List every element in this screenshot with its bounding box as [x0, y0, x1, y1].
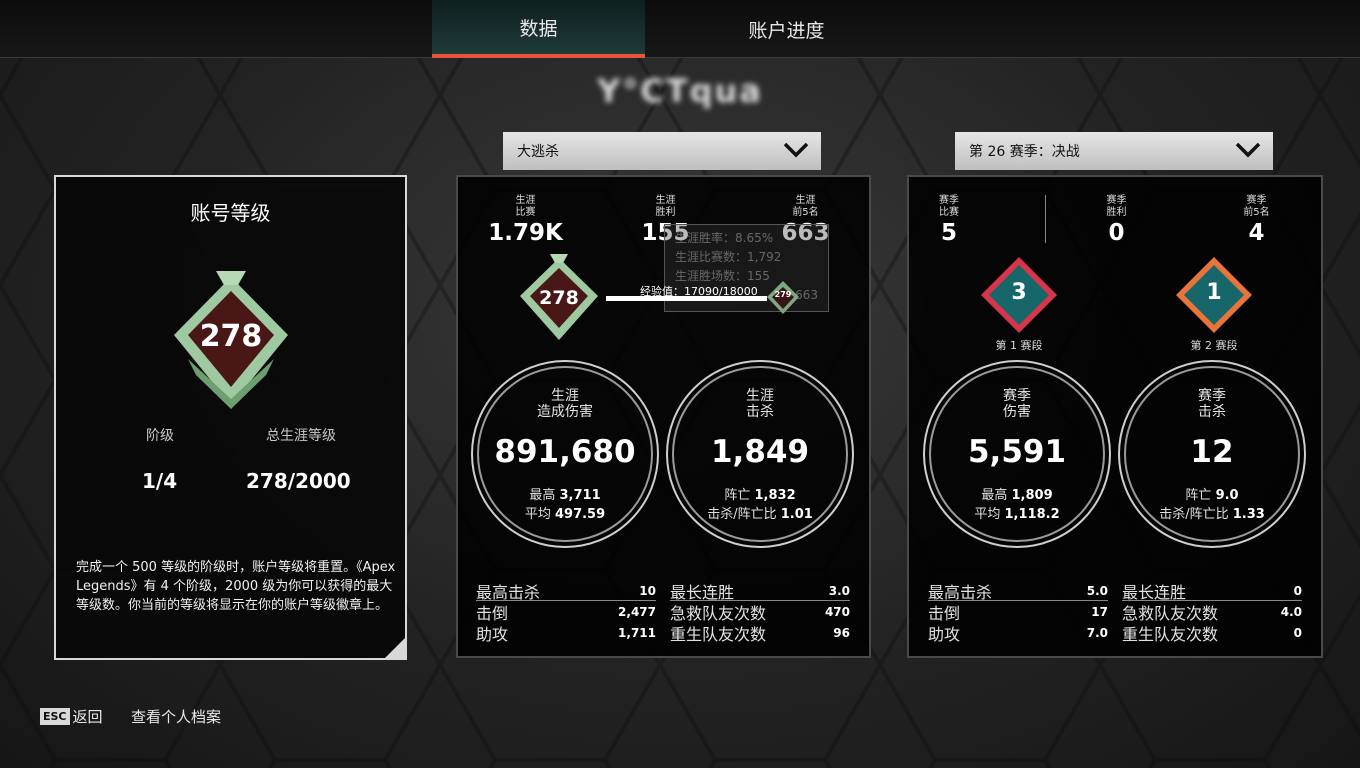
career-damage-value: 891,680 — [494, 434, 636, 470]
account-level-panel: 账号等级 278 阶级 总生涯等级 1/4 278/2000 完成一个 500 … — [54, 175, 407, 660]
table-row: 重生队友次数 96 — [670, 624, 850, 644]
season-damage-ring: 赛季 伤害 5,591 最高 1,809 平均 1,118.2 — [923, 360, 1111, 548]
table-row: 助攻 1,711 — [476, 624, 656, 644]
season-table-left: 最高击杀 5.0 击倒 17 助攻 7.0 — [928, 580, 1108, 644]
panel-corner-accent — [383, 636, 407, 660]
chevron-down-icon — [1235, 142, 1261, 158]
table-row: 重生队友次数 0 — [1122, 624, 1302, 644]
tab-stats[interactable]: 数据 — [432, 0, 645, 58]
current-level-badge-number: 278 — [539, 287, 579, 309]
account-level-badge-number: 278 — [199, 319, 263, 354]
split1-rank-value: 3 — [1011, 280, 1027, 305]
season-top5-stat: 赛季 前5名 4 — [1243, 195, 1270, 246]
table-row: 最长连胜 0 — [1122, 582, 1302, 602]
chevron-down-icon — [783, 142, 809, 158]
season-table-right: 最长连胜 0 急救队友次数 4.0 重生队友次数 0 — [1122, 580, 1302, 644]
tab-account-progress[interactable]: 账户进度 — [680, 0, 893, 58]
split2-label: 第 2 赛段 — [1190, 339, 1238, 352]
mode-dropdown-label: 大逃杀 — [517, 144, 559, 160]
mode-dropdown[interactable]: 大逃杀 — [503, 132, 821, 170]
table-row: 急救队友次数 4.0 — [1122, 603, 1302, 623]
season-dropdown[interactable]: 第 26 赛季：决战 — [955, 132, 1273, 170]
split2-rank-value: 1 — [1206, 280, 1222, 305]
back-button[interactable]: ESC 返回 — [40, 706, 103, 727]
account-level-description: 完成一个 500 等级的阶级时，账户等级将重置。《Apex Legends》有 … — [76, 560, 396, 613]
table-row: 助攻 7.0 — [928, 624, 1108, 644]
career-damage-ring: 生涯 造成伤害 891,680 最高 3,711 平均 497.59 — [471, 360, 659, 548]
table-row: 击倒 17 — [928, 603, 1108, 623]
view-profile-button[interactable]: 查看个人档案 — [131, 706, 221, 727]
table-row: 最高击杀 5.0 — [928, 582, 1108, 602]
table-row: 最高击杀 10 — [476, 582, 656, 602]
next-level-badge-number: 279 — [774, 290, 792, 299]
divider — [1045, 195, 1046, 243]
career-kills-ring: 生涯 击杀 1,849 阵亡 1,832 击杀/阵亡比 1.01 — [666, 360, 854, 548]
table-row: 急救队友次数 470 — [670, 603, 850, 623]
split1-label: 第 1 赛段 — [995, 339, 1043, 352]
season-kills-value: 12 — [1190, 434, 1234, 470]
xp-progress-bar — [606, 296, 767, 301]
season-kills-ring: 赛季 击杀 12 阵亡 9.0 击杀/阵亡比 1.33 — [1118, 360, 1306, 548]
season-dropdown-label: 第 26 赛季：决战 — [969, 144, 1080, 160]
table-row: 击倒 2,477 — [476, 603, 656, 623]
career-level-value: 278/2000 — [246, 469, 351, 493]
esc-key-icon: ESC — [40, 708, 70, 725]
top-tab-bar: 数据 账户进度 — [0, 0, 1360, 58]
view-profile-label: 查看个人档案 — [131, 708, 222, 726]
tier-label: 阶级 — [146, 428, 174, 444]
season-damage-value: 5,591 — [967, 434, 1067, 470]
tier-value: 1/4 — [142, 469, 178, 493]
career-level-label: 总生涯等级 — [266, 428, 336, 444]
career-matches-stat: 生涯 比赛 1.79K — [488, 195, 563, 246]
back-label: 返回 — [72, 708, 103, 726]
career-table-right: 最长连胜 3.0 急救队友次数 470 重生队友次数 96 — [670, 580, 850, 644]
account-level-title: 账号等级 — [190, 201, 271, 225]
season-matches-stat: 赛季 比赛 5 — [939, 195, 959, 246]
career-kills-value: 1,849 — [710, 434, 810, 470]
season-wins-stat: 赛季 胜利 0 — [1106, 195, 1127, 246]
career-table-left: 最高击杀 10 击倒 2,477 助攻 1,711 — [476, 580, 656, 644]
table-row: 最长连胜 3.0 — [670, 582, 850, 602]
player-name: Y°CTqua — [597, 72, 763, 110]
